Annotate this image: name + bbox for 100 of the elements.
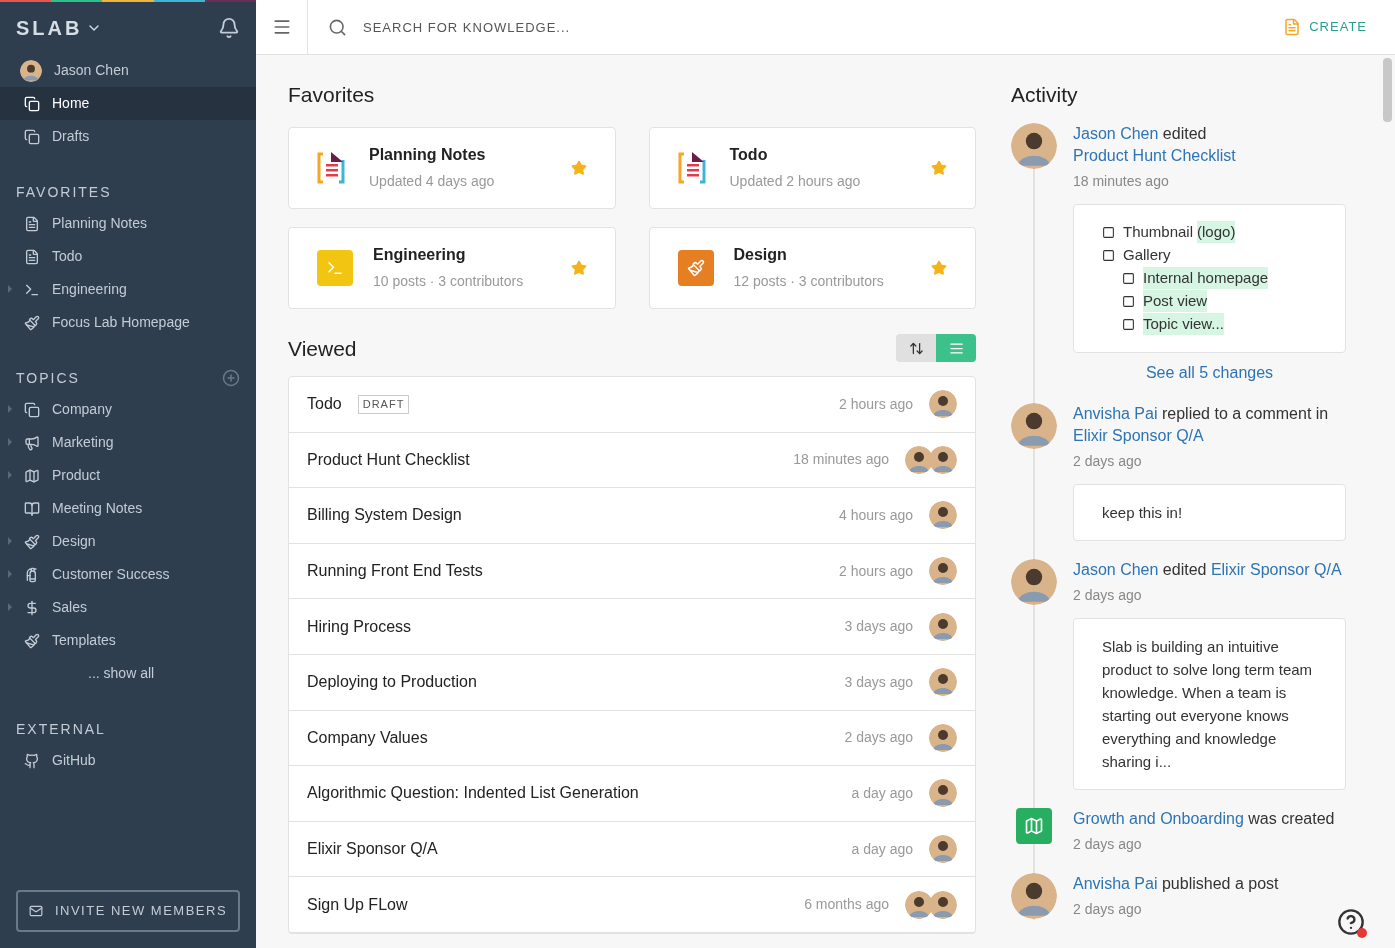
- sidebar-item[interactable]: Focus Lab Homepage: [0, 306, 256, 339]
- search-input[interactable]: SEARCH FOR KNOWLEDGE...: [363, 9, 1284, 45]
- document-icon: [24, 248, 40, 265]
- activity-text: Growth and Onboarding was created: [1073, 808, 1336, 829]
- viewed-time: a day ago: [851, 839, 913, 859]
- pages-icon: [24, 95, 40, 112]
- star-icon[interactable]: [931, 259, 947, 276]
- sidebar-item[interactable]: Design: [0, 525, 256, 558]
- section-heading: TOPICS: [16, 368, 80, 388]
- add-topic-icon[interactable]: [222, 369, 240, 387]
- card-subtitle: Updated 4 days ago: [369, 172, 496, 191]
- checkbox[interactable]: [1122, 294, 1135, 308]
- nav-item[interactable]: Home: [0, 87, 256, 120]
- card-subtitle: Updated 2 hours ago: [729, 172, 862, 191]
- comment-card: Slab is building an intuitive product to solve long term team knowledge. When a team is starting out everyone knows everything and knowledge sharing i...: [1073, 617, 1346, 790]
- expand-caret-icon[interactable]: [8, 285, 12, 293]
- card-subtitle: 12 posts · 3 contributors: [733, 272, 885, 291]
- checkbox[interactable]: [1102, 248, 1115, 262]
- viewed-time: 2 days ago: [844, 728, 913, 748]
- sidebar-item[interactable]: Customer Success: [0, 558, 256, 591]
- sidebar-item[interactable]: Product: [0, 459, 256, 492]
- avatar: [20, 59, 42, 82]
- document-title: Billing System Design: [307, 505, 462, 526]
- star-icon[interactable]: [931, 159, 947, 176]
- document-title: Todo: [307, 394, 342, 415]
- nav-item[interactable]: Drafts: [0, 120, 256, 153]
- avatar: [929, 723, 957, 752]
- document-row[interactable]: Sign Up FLow 6 months ago: [289, 877, 975, 933]
- expand-caret-icon[interactable]: [8, 570, 12, 578]
- card-title: Todo: [729, 145, 769, 165]
- sidebar-item[interactable]: Templates: [0, 624, 256, 657]
- activity-time: 2 days ago: [1073, 834, 1143, 854]
- search-field[interactable]: SEARCH FOR KNOWLEDGE...: [308, 0, 1284, 55]
- activity-time: 18 minutes ago: [1073, 171, 1170, 191]
- pages-icon: [24, 128, 40, 145]
- show-all-link[interactable]: ... show all: [88, 663, 155, 684]
- sidebar-item[interactable]: Planning Notes: [0, 207, 256, 240]
- checklist-item-text: Gallery: [1123, 244, 1171, 265]
- favorite-card[interactable]: Todo Updated 2 hours ago: [648, 126, 976, 209]
- favorite-card[interactable]: Engineering 10 posts · 3 contributors: [288, 226, 616, 309]
- actor-link[interactable]: Anvisha Pai: [1073, 404, 1158, 422]
- viewed-time: a day ago: [851, 783, 913, 803]
- invite-button[interactable]: INVITE NEW MEMBERS: [16, 890, 240, 932]
- checklist-item-text: (logo): [1197, 220, 1236, 244]
- document-row[interactable]: Hiring Process 3 days ago: [289, 599, 975, 655]
- star-icon[interactable]: [570, 159, 587, 176]
- activity-text: Anvisha Pai replied to a comment in Elixir Sponsor Q/A: [1073, 403, 1330, 446]
- expand-caret-icon[interactable]: [8, 537, 12, 545]
- actor-link[interactable]: Anvisha Pai: [1073, 874, 1158, 892]
- favorite-card[interactable]: Design 12 posts · 3 contributors: [648, 226, 976, 309]
- sort-button[interactable]: [896, 334, 936, 363]
- section-heading: FAVORITES: [16, 182, 112, 202]
- avatar: [1011, 122, 1057, 169]
- expand-caret-icon[interactable]: [8, 405, 12, 413]
- favorite-card[interactable]: Planning Notes Updated 4 days ago: [288, 126, 616, 209]
- notifications-icon[interactable]: [218, 17, 240, 39]
- document-row[interactable]: Deploying to Production 3 days ago: [289, 654, 975, 711]
- workspace-menu[interactable]: SLAB: [16, 13, 103, 43]
- document-title: Hiring Process: [307, 616, 412, 637]
- star-icon[interactable]: [570, 259, 587, 276]
- actor-link[interactable]: Jason Chen: [1073, 124, 1159, 142]
- document-row[interactable]: Billing System Design 4 hours ago: [289, 488, 975, 544]
- viewed-time: 18 minutes ago: [793, 450, 889, 470]
- viewed-time: 3 days ago: [844, 617, 913, 637]
- document-link[interactable]: Elixir Sponsor Q/A: [1210, 560, 1342, 578]
- expand-caret-icon[interactable]: [8, 438, 12, 446]
- help-button[interactable]: [1337, 908, 1365, 936]
- megaphone-icon: [24, 434, 40, 451]
- document-title: Sign Up FLow: [307, 894, 408, 915]
- avatar: [929, 612, 957, 641]
- checkbox[interactable]: [1102, 225, 1115, 239]
- avatar: [929, 779, 957, 808]
- sidebar-item[interactable]: Marketing: [0, 426, 256, 459]
- document-row[interactable]: Todo DRAFT 2 hours ago: [289, 377, 975, 433]
- document-row[interactable]: Company Values 2 days ago: [289, 710, 975, 767]
- sidebar-item[interactable]: Meeting Notes: [0, 492, 256, 525]
- user-name[interactable]: Jason Chen: [54, 60, 129, 81]
- sidebar-item[interactable]: Todo: [0, 240, 256, 273]
- viewed-time: 4 hours ago: [839, 506, 913, 525]
- comment-card: keep this in!: [1073, 483, 1346, 541]
- see-changes-link[interactable]: See all 5 changes: [1145, 363, 1274, 381]
- document-link[interactable]: Elixir Sponsor Q/A: [1073, 426, 1204, 444]
- actor-link[interactable]: Growth and Onboarding: [1073, 809, 1244, 827]
- checkbox[interactable]: [1122, 271, 1135, 285]
- section-heading: EXTERNAL: [16, 719, 106, 739]
- sidebar-item[interactable]: GitHub: [0, 744, 256, 777]
- document-row[interactable]: Running Front End Tests 2 hours ago: [289, 543, 975, 600]
- sidebar-item[interactable]: Sales: [0, 591, 256, 624]
- document-icon: [24, 215, 40, 232]
- document-link[interactable]: Product Hunt Checklist: [1073, 146, 1236, 164]
- expand-caret-icon[interactable]: [8, 471, 12, 479]
- checklist-item-text: Topic view...: [1143, 312, 1224, 336]
- sidebar-item[interactable]: Company: [0, 393, 256, 426]
- document-row[interactable]: Product Hunt Checklist 18 minutes ago: [289, 432, 975, 489]
- actor-link[interactable]: Jason Chen: [1073, 560, 1159, 578]
- expand-caret-icon[interactable]: [8, 603, 12, 611]
- document-row[interactable]: Algorithmic Question: Indented List Generation a day ago: [289, 766, 975, 822]
- sidebar-item[interactable]: Engineering: [0, 273, 256, 306]
- document-row[interactable]: Elixir Sponsor Q/A a day ago: [289, 821, 975, 878]
- checkbox[interactable]: [1122, 317, 1135, 331]
